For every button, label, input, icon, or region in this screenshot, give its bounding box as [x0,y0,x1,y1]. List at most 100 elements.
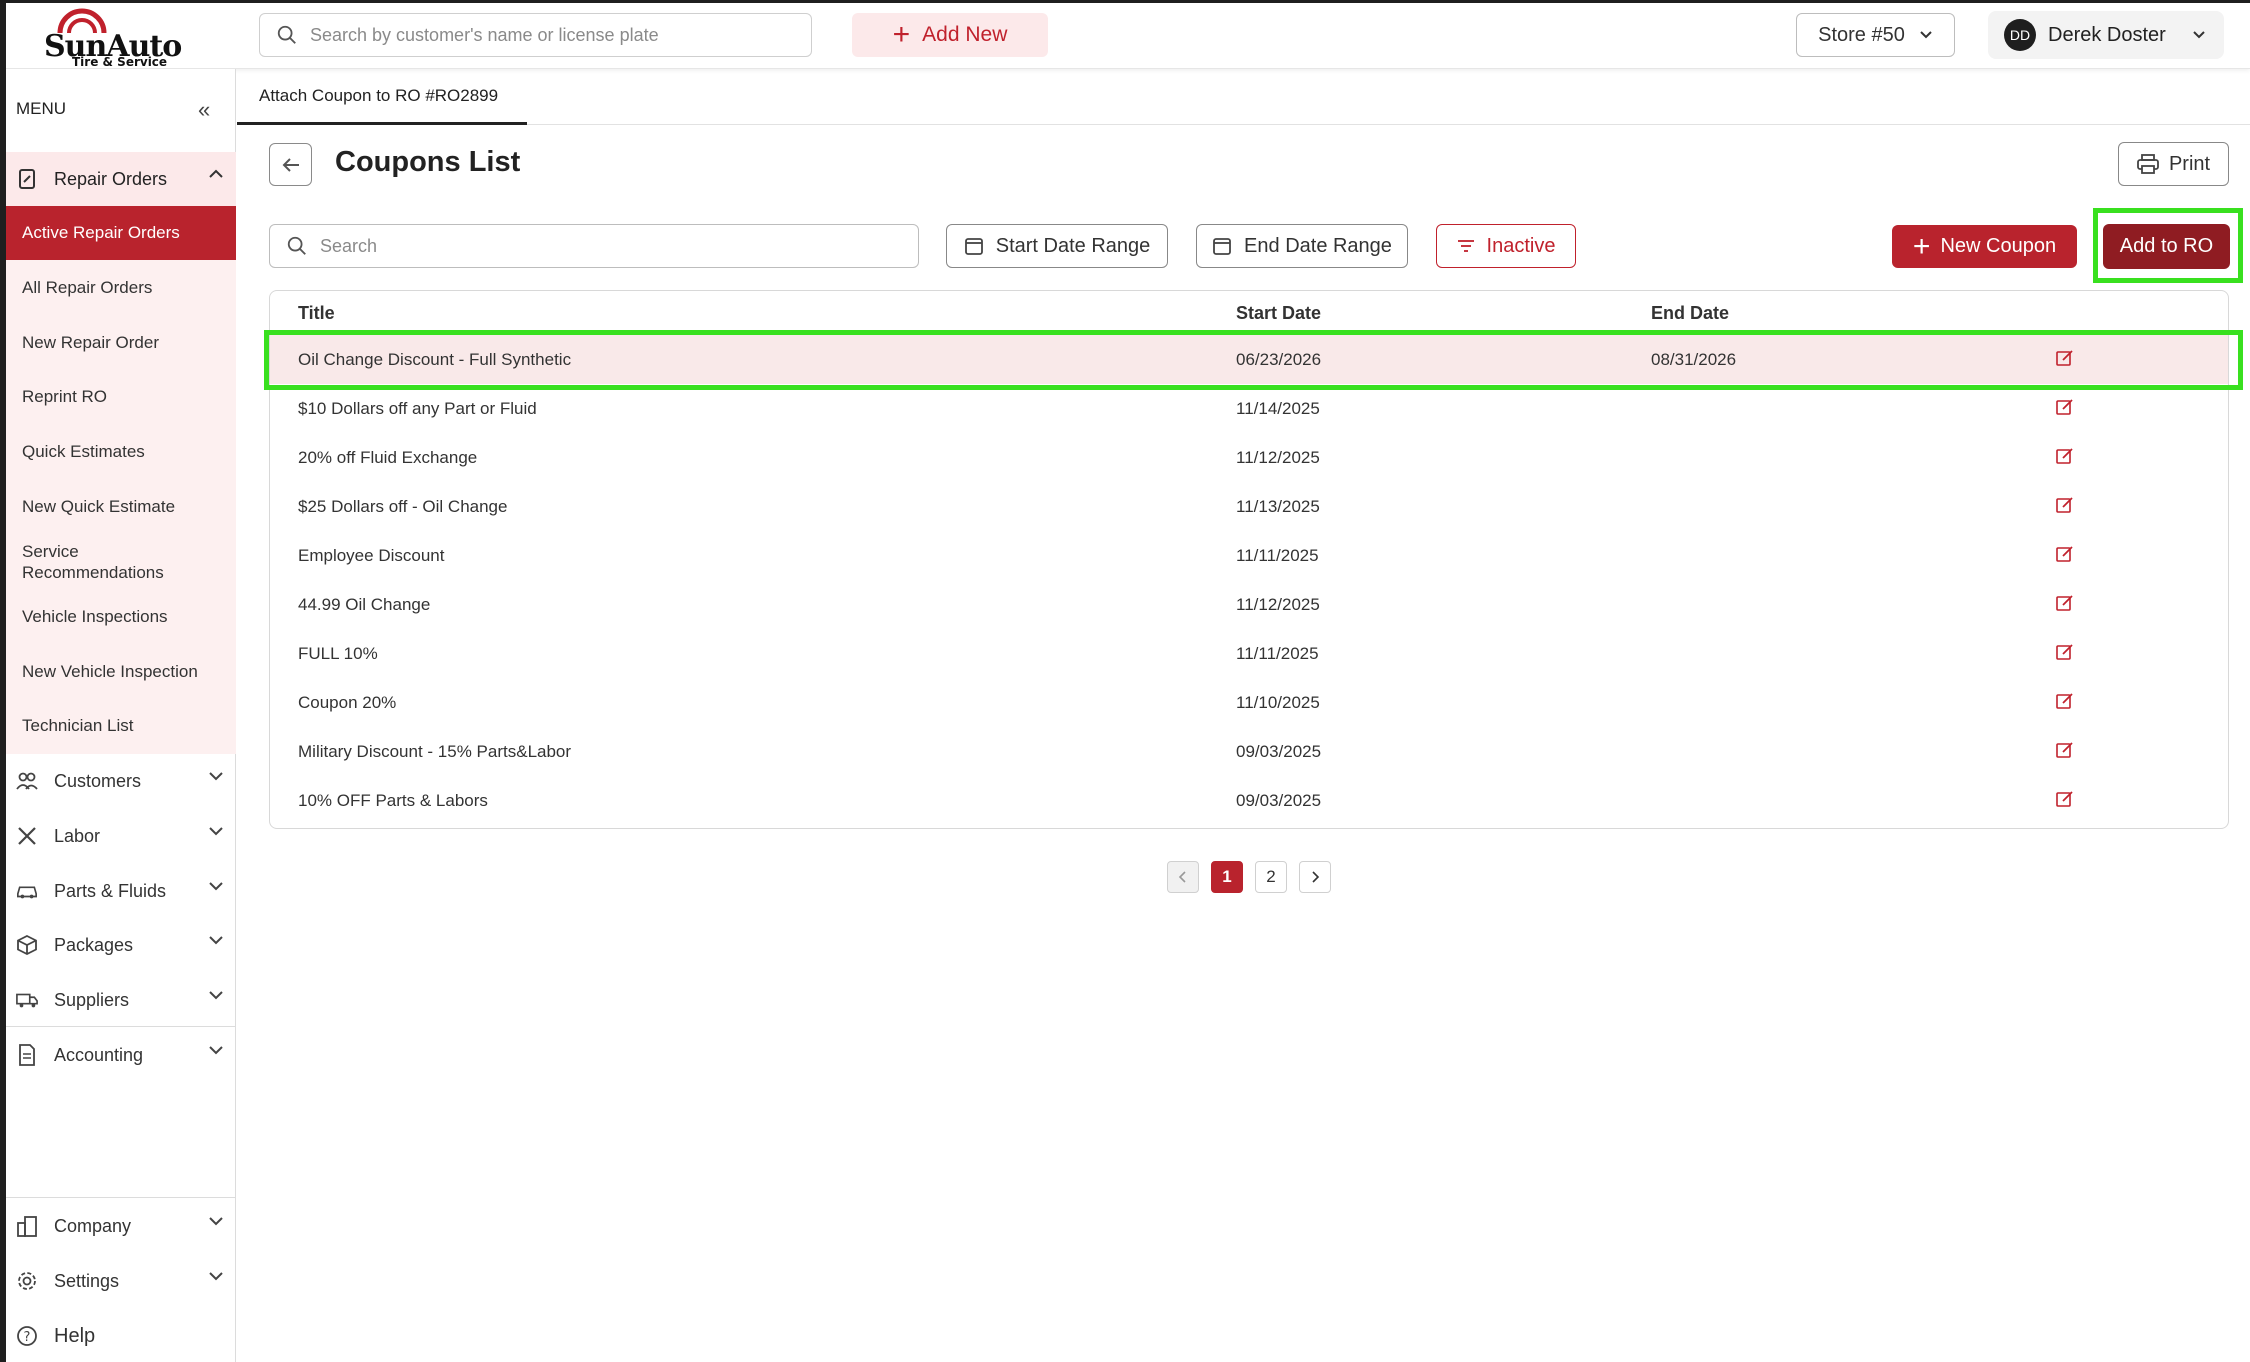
sidebar-group-customers[interactable]: Customers [6,754,236,808]
gear-icon [16,1270,38,1292]
sidebar-item-vehicle-inspections[interactable]: Vehicle Inspections [6,590,236,644]
collapse-sidebar-icon[interactable]: « [198,97,210,123]
sidebar-group-repair-orders[interactable]: Repair Orders [6,152,236,206]
new-coupon-button[interactable]: + New Coupon [1892,225,2077,268]
printer-icon [2137,154,2159,174]
add-to-ro-button[interactable]: Add to RO [2103,224,2230,269]
chevron-right-icon [1312,871,1320,883]
avatar: DD [2004,19,2036,51]
app-window: SunAuto Tire & Service + Add New Store #… [0,0,2250,1362]
sidebar-group-company[interactable]: Company [6,1199,236,1253]
tab-attach-coupon[interactable]: Attach Coupon to RO #RO2899 [237,69,527,125]
repair-order-icon [16,168,38,190]
column-header-title: Title [298,303,335,323]
print-button[interactable]: Print [2118,142,2229,186]
car-icon [16,880,38,902]
sidebar: MENU « Repair Orders Active Repair Order… [6,69,236,1362]
chevron-left-icon [1178,871,1186,883]
svg-text:?: ? [24,1330,31,1345]
page-button-2[interactable]: 2 [1255,861,1287,893]
edit-icon[interactable] [2056,741,2074,759]
truck-icon [16,989,38,1011]
sidebar-divider [6,1026,236,1027]
chevron-down-icon [2193,31,2205,39]
sidebar-item-new-vehicle-inspection[interactable]: New Vehicle Inspection [6,645,236,699]
table-row[interactable]: 10% OFF Parts & Labors 09/03/2025 [270,776,2228,825]
edit-icon[interactable] [2056,496,2074,514]
document-icon [16,1044,38,1066]
sidebar-group-accounting[interactable]: Accounting [6,1028,236,1082]
sidebar-group-suppliers[interactable]: Suppliers [6,973,236,1027]
prev-page-button[interactable] [1167,861,1199,893]
building-icon [16,1215,38,1237]
brand-logo[interactable]: SunAuto Tire & Service [38,7,182,69]
table-row[interactable]: $25 Dollars off - Oil Change 11/13/2025 [270,482,2228,531]
table-row[interactable]: 44.99 Oil Change 11/12/2025 [270,580,2228,629]
chevron-up-icon [209,169,223,178]
edit-icon[interactable] [2056,643,2074,661]
table-row[interactable]: Employee Discount 11/11/2025 [270,531,2228,580]
back-button[interactable] [269,143,312,186]
sidebar-item-all-repair-orders[interactable]: All Repair Orders [6,261,236,315]
edit-icon[interactable] [2056,545,2074,563]
repair-orders-submenu: Active Repair Orders All Repair Orders N… [6,206,236,754]
column-header-end-date: End Date [1651,303,1730,323]
customers-icon [16,770,38,792]
table-row[interactable]: Coupon 20% 11/10/2025 [270,678,2228,727]
add-new-label: Add New [922,23,1008,46]
sidebar-group-labor[interactable]: Labor [6,809,236,863]
sidebar-item-new-quick-estimate[interactable]: New Quick Estimate [6,480,236,534]
tab-bar: Attach Coupon to RO #RO2899 [237,69,2250,125]
plus-icon: + [1912,229,1931,263]
global-search[interactable] [259,13,812,57]
edit-icon[interactable] [2056,594,2074,612]
help-icon: ? [16,1325,38,1347]
next-page-button[interactable] [1299,861,1331,893]
user-menu[interactable]: DD Derek Doster [1988,11,2224,59]
coupon-search-input[interactable] [320,235,880,257]
edit-icon[interactable] [2056,692,2074,710]
global-search-input[interactable] [310,24,790,46]
calendar-icon [1213,238,1231,255]
sidebar-group-parts-fluids[interactable]: Parts & Fluids [6,864,236,918]
table-row[interactable]: FULL 10% 11/11/2025 [270,629,2228,678]
chevron-down-icon [209,991,223,1000]
chevron-down-icon [209,1272,223,1281]
sidebar-group-packages[interactable]: Packages [6,918,236,972]
edit-icon[interactable] [2056,790,2074,808]
sidebar-divider [6,1197,236,1198]
start-date-range-button[interactable]: Start Date Range [946,224,1168,268]
sidebar-group-settings[interactable]: Settings [6,1254,236,1308]
table-row[interactable]: Military Discount - 15% Parts&Labor 09/0… [270,727,2228,776]
edit-icon[interactable] [2056,398,2074,416]
sidebar-item-reprint-ro[interactable]: Reprint RO [6,370,236,424]
table-row[interactable]: $10 Dollars off any Part or Fluid 11/14/… [270,384,2228,433]
chevron-down-icon [209,772,223,781]
edit-icon[interactable] [2056,447,2074,465]
selected-row-highlight [264,330,2243,390]
plus-icon: + [892,18,911,51]
sidebar-help[interactable]: ? Help [6,1309,236,1362]
coupon-search[interactable] [269,224,919,268]
sidebar-item-service-recommendations[interactable]: Service Recommendations [6,535,206,589]
sidebar-item-quick-estimates[interactable]: Quick Estimates [6,425,236,479]
page-button-1[interactable]: 1 [1211,861,1243,893]
add-new-button[interactable]: + Add New [852,13,1048,57]
user-name: Derek Doster [2048,23,2166,46]
chevron-down-icon [1920,31,1932,39]
menu-label: MENU [16,99,67,118]
sidebar-item-technician-list[interactable]: Technician List [6,699,236,753]
column-header-start-date: Start Date [1236,303,1322,323]
sidebar-group-label: Repair Orders [54,168,168,189]
search-icon [287,236,306,255]
inactive-filter-button[interactable]: Inactive [1436,224,1576,268]
top-bar: SunAuto Tire & Service + Add New Store #… [6,3,2250,69]
sidebar-item-active-repair-orders[interactable]: Active Repair Orders [6,206,236,260]
chevron-down-icon [209,936,223,945]
sidebar-item-new-repair-order[interactable]: New Repair Order [6,316,236,370]
table-row[interactable]: 20% off Fluid Exchange 11/12/2025 [270,433,2228,482]
chevron-down-icon [209,1217,223,1226]
store-selector[interactable]: Store #50 [1796,13,1955,57]
page-title: Coupons List [335,146,521,178]
end-date-range-button[interactable]: End Date Range [1196,224,1408,268]
